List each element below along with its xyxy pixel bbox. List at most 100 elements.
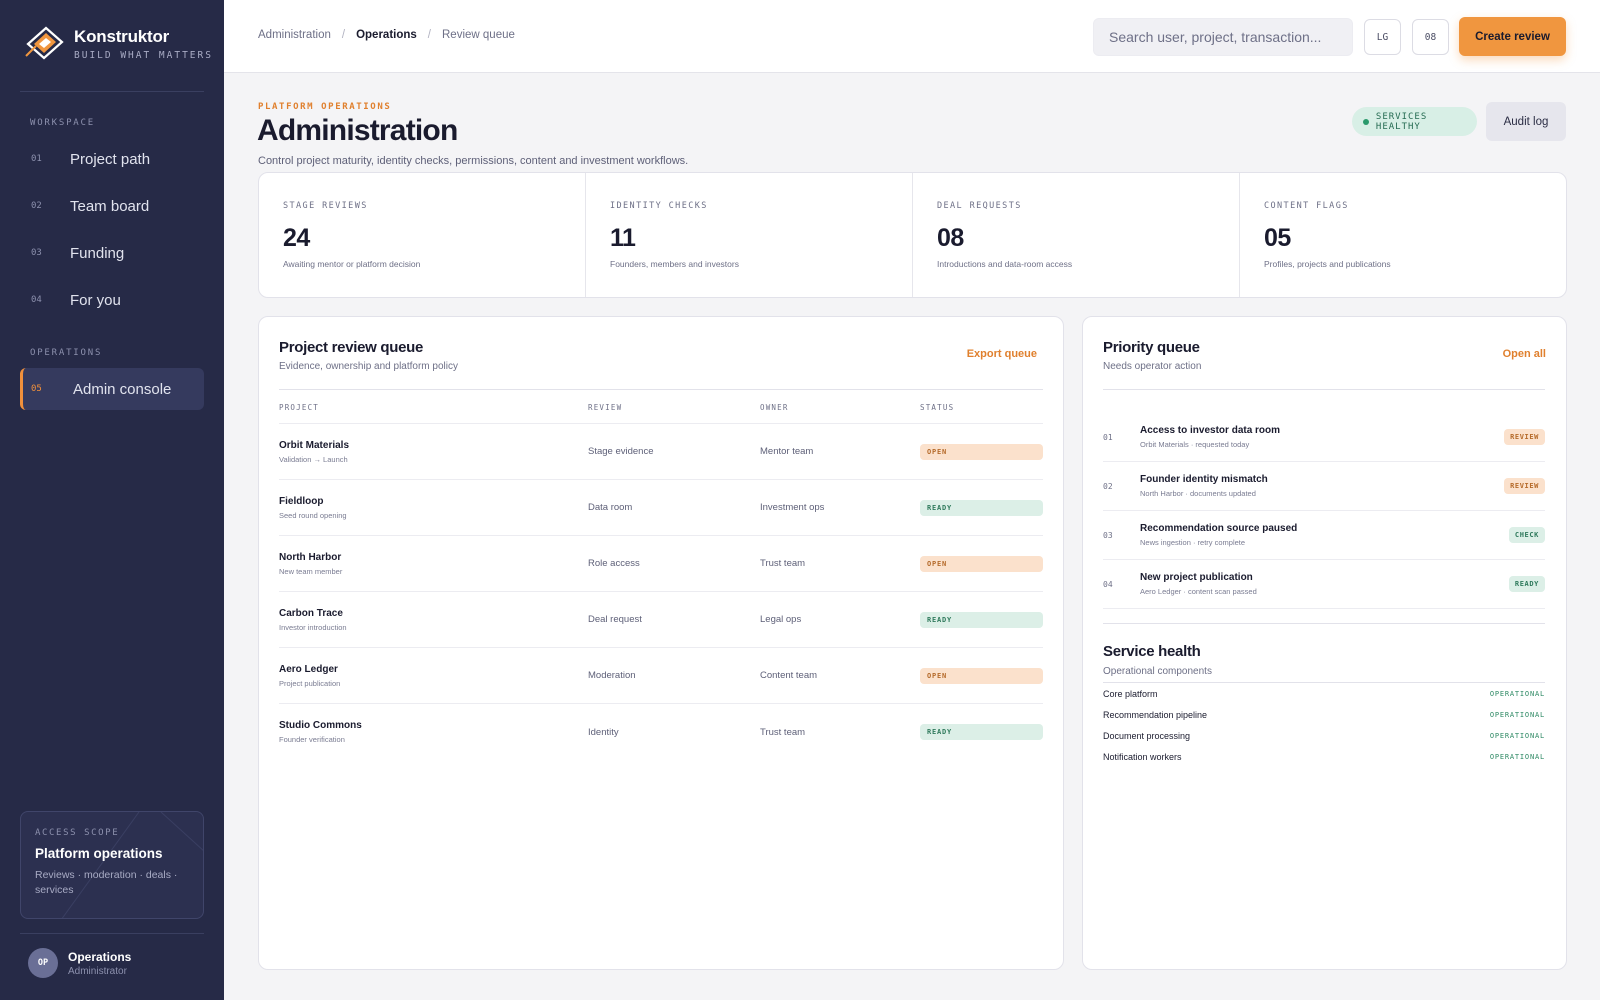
list-item[interactable]: 02 Founder identity mismatch North Harbor… [1103,462,1545,511]
stat-value: 11 [610,224,636,252]
breadcrumb-item[interactable]: Operations [356,29,417,41]
stat-label: STAGE REVIEWS [283,201,368,211]
user-role: Administrator [68,965,127,977]
item-subtitle: Aero Ledger · content scan passed [1140,587,1257,596]
sidebar-section-operations: OPERATIONS [30,348,103,358]
sidebar: Konstruktor BUILD WHAT MATTERS WORKSPACE… [0,0,224,1000]
sidebar-item-team-board[interactable]: 02 Team board [20,185,204,227]
status-badge: OPEN [920,555,1043,572]
scope-label: ACCESS SCOPE [35,828,120,838]
owner: Legal ops [760,614,802,625]
item-subtitle: News ingestion · retry complete [1140,538,1246,547]
column-header-review[interactable]: REVIEW [588,403,760,423]
konstruktor-logo-icon [25,26,64,60]
user-name: Operations [68,949,132,964]
stat-card: DEAL REQUESTS 08 Introductions and data-… [913,173,1240,297]
brand-name: Konstruktor [74,27,170,46]
project-name: Carbon Trace [279,607,343,619]
item-index: 02 [1103,481,1113,491]
service-health-title: Service health [1103,643,1201,660]
list-item[interactable]: 03 Recommendation source paused News inge… [1103,511,1545,560]
column-header-status[interactable]: STATUS [920,403,1043,423]
owner: Investment ops [760,502,825,513]
project-name: Studio Commons [279,720,362,731]
owner: Content team [760,670,818,681]
create-review-button[interactable]: Create review [1459,17,1566,56]
panel-subtitle: Needs operator action [1103,361,1202,372]
topbar: Administration / Operations / Review que… [224,0,1600,73]
owner: Trust team [760,726,806,738]
service-row: Document processing OPERATIONAL [1103,725,1545,746]
stat-value: 08 [937,224,964,252]
stats-strip: STAGE REVIEWS 24 Awaiting mentor or plat… [258,172,1567,298]
breadcrumb-item-current: Review queue [442,29,515,41]
list-item[interactable]: 04 New project publication Aero Ledger · … [1103,560,1545,609]
table-row[interactable]: Studio Commons Founder verification Ident… [279,704,1043,760]
project-subtitle: Investor introduction [279,622,347,632]
status-badge: CHECK [1508,527,1545,543]
breadcrumb-item[interactable]: Administration [258,29,331,41]
audit-log-button[interactable]: Audit log [1486,102,1566,141]
project-subtitle: Project publication [279,678,341,688]
service-row: Notification workers OPERATIONAL [1103,746,1545,767]
priority-queue-panel: Priority queue Needs operator action Ope… [1082,316,1567,970]
sidebar-item-label: For you [70,291,121,309]
service-state: OPERATIONAL [1489,731,1545,740]
export-queue-link[interactable]: Export queue [967,348,1037,360]
status-badge: REVIEW [1504,429,1545,445]
table-row[interactable]: North Harbor New team member Role access … [279,536,1043,592]
service-health-subtitle: Operational components [1103,666,1212,677]
table-row[interactable]: Fieldloop Seed round opening Data room In… [279,480,1043,536]
project-name: Orbit Materials [279,439,350,451]
stat-label: DEAL REQUESTS [937,201,1022,211]
service-state: OPERATIONAL [1489,689,1545,698]
open-all-link[interactable]: Open all [1503,348,1546,360]
stat-card: IDENTITY CHECKS 11 Founders, members and… [586,173,913,297]
stat-note: Founders, members and investors [610,259,739,269]
status-badge: REVIEW [1504,478,1545,494]
user-profile[interactable]: OP Operations Administrator [28,948,131,978]
search-input[interactable] [1093,18,1353,56]
table-header: PROJECT REVIEW OWNER STATUS [279,403,1043,424]
notifications-button[interactable]: 08 [1412,19,1449,55]
service-name: Notification workers [1103,751,1182,762]
nav-index: 03 [31,248,42,258]
service-name: Recommendation pipeline [1103,709,1208,720]
panel-title: Project review queue [279,339,424,356]
brand[interactable]: Konstruktor BUILD WHAT MATTERS [24,26,213,62]
sidebar-item-admin-console[interactable]: 05 Admin console [20,368,204,410]
column-header-owner[interactable]: OWNER [760,403,920,423]
status-badge: READY [920,611,1043,628]
health-label: SERVICES HEALTHY [1375,111,1428,132]
item-title: Recommendation source paused [1140,523,1298,534]
status-badge: OPEN [920,667,1043,684]
sidebar-item-label: Team board [70,197,150,215]
table-row[interactable]: Carbon Trace Investor introduction Deal r… [279,592,1043,648]
item-title: New project publication [1140,572,1253,583]
service-row: Recommendation pipeline OPERATIONAL [1103,704,1545,725]
service-row: Core platform OPERATIONAL [1103,683,1545,704]
column-header-project[interactable]: PROJECT [279,403,588,423]
sidebar-item-funding[interactable]: 03 Funding [20,232,204,274]
project-subtitle: Seed round opening [279,510,347,520]
review-type: Data room [588,502,633,513]
status-badge: READY [920,724,1043,740]
breadcrumb-separator: / [427,29,431,41]
stat-card: CONTENT FLAGS 05 Profiles, projects and … [1240,173,1566,297]
project-subtitle: New team member [279,566,343,576]
panel-subtitle: Evidence, ownership and platform policy [279,361,458,372]
sidebar-item-project-path[interactable]: 01 Project path [20,138,204,180]
list-item[interactable]: 01 Access to investor data room Orbit Mat… [1103,413,1545,462]
project-review-queue-panel: Project review queue Evidence, ownership… [258,316,1064,970]
review-type: Moderation [588,670,636,681]
panel-divider [279,389,1043,390]
language-button[interactable]: LG [1364,19,1401,55]
table-row[interactable]: Aero Ledger Project publication Moderatio… [279,648,1043,704]
access-scope-card: ACCESS SCOPE Platform operations Reviews… [20,811,204,919]
sidebar-item-for-you[interactable]: 04 For you [20,279,204,321]
page-description: Control project maturity, identity check… [258,155,689,167]
sidebar-item-label: Project path [70,150,151,168]
sidebar-item-label: Funding [70,244,125,262]
scope-title: Platform operations [35,846,163,861]
table-row[interactable]: Orbit Materials Validation → Launch Stage… [279,424,1043,480]
